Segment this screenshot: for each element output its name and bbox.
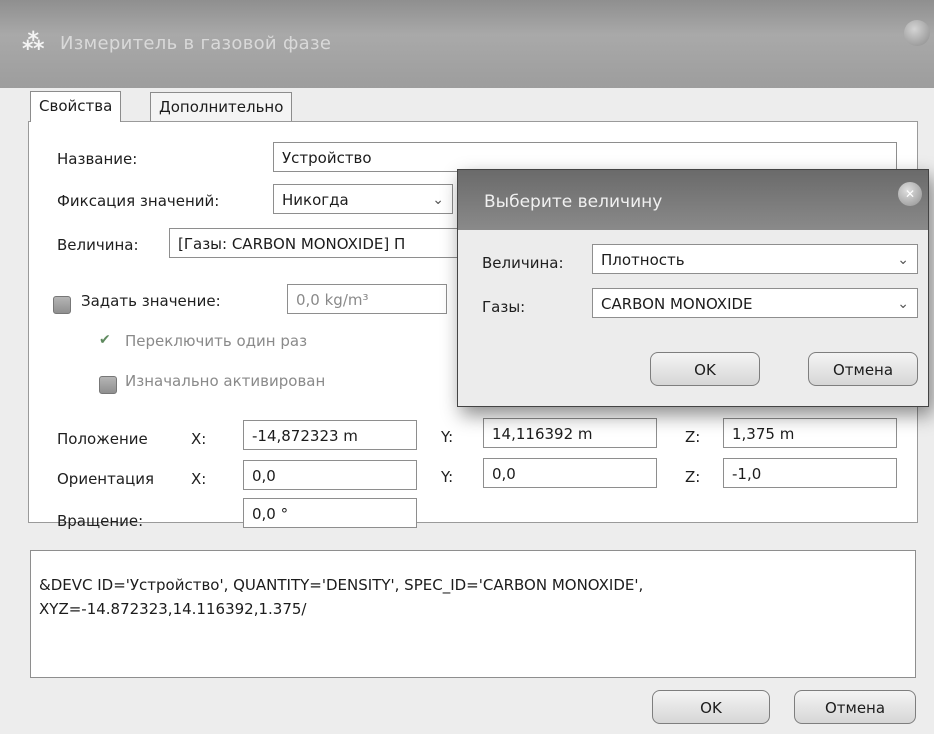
toggle-once-label: Переключить один раз <box>125 332 308 350</box>
dialog-ok-button[interactable]: OK <box>650 352 760 386</box>
position-z-label: Z: <box>685 428 701 446</box>
orientation-x-label: X: <box>191 470 207 488</box>
freeze-select-value: Никогда <box>282 191 349 209</box>
select-quantity-dialog: Выберите величину ✕ Величина: Плотность … <box>457 169 929 407</box>
orientation-y-input[interactable]: 0,0 <box>483 458 657 488</box>
set-value-label: Задать значение: <box>81 292 221 310</box>
initially-active-checkbox[interactable] <box>99 376 117 394</box>
dialog-gases-select[interactable]: CARBON MONOXIDE ⌄ <box>592 288 918 318</box>
dialog-gases-value: CARBON MONOXIDE <box>601 295 753 313</box>
dialog-gases-label: Газы: <box>482 298 526 316</box>
set-value-checkbox[interactable] <box>53 296 71 314</box>
check-icon[interactable]: ✔ <box>99 332 111 348</box>
position-label: Положение <box>57 430 148 448</box>
position-y-label: Y: <box>441 428 454 446</box>
dialog-cancel-button[interactable]: Отмена <box>808 352 918 386</box>
freeze-select[interactable]: Никогда ⌄ <box>273 184 453 214</box>
dialog-title: Выберите величину <box>484 192 663 212</box>
orientation-z-input[interactable]: -1,0 <box>723 458 897 488</box>
title-bar: ⁂ Измеритель в газовой фазе <box>0 0 934 88</box>
sensor-icon: ⁂ <box>22 30 45 55</box>
cancel-button[interactable]: Отмена <box>794 690 916 724</box>
set-value-input[interactable]: 0,0 kg/m³ <box>287 284 447 314</box>
dialog-quantity-select[interactable]: Плотность ⌄ <box>592 244 918 274</box>
position-z-input[interactable]: 1,375 m <box>723 418 897 448</box>
initially-active-label: Изначально активирован <box>125 372 326 390</box>
rotation-input[interactable]: 0,0 ° <box>243 498 417 528</box>
quantity-label: Величина: <box>57 236 139 254</box>
tab-advanced[interactable]: Дополнительно <box>150 92 293 121</box>
name-input[interactable]: Устройство <box>273 142 897 172</box>
dialog-close-icon[interactable]: ✕ <box>898 182 922 206</box>
orientation-z-label: Z: <box>685 468 701 486</box>
dialog-quantity-value: Плотность <box>601 251 685 269</box>
rotation-label: Вращение: <box>57 512 144 530</box>
close-icon[interactable] <box>904 20 930 46</box>
dialog-quantity-label: Величина: <box>482 254 564 272</box>
quantity-field[interactable]: [Газы: CARBON MONOXIDE] П <box>169 228 469 258</box>
chevron-down-icon: ⌄ <box>897 252 909 268</box>
orientation-x-input[interactable]: 0,0 <box>243 460 417 490</box>
freeze-label: Фиксация значений: <box>57 192 220 210</box>
code-preview[interactable]: &DEVC ID='Устройство', QUANTITY='DENSITY… <box>30 550 916 678</box>
name-label: Название: <box>57 150 138 168</box>
dialog-title-bar: Выберите величину ✕ <box>458 170 928 230</box>
window-title: Измеритель в газовой фазе <box>60 33 332 54</box>
tab-properties[interactable]: Свойства <box>30 91 122 122</box>
chevron-down-icon: ⌄ <box>432 192 444 208</box>
orientation-label: Ориентация <box>57 470 155 488</box>
orientation-y-label: Y: <box>441 468 454 486</box>
position-x-input[interactable]: -14,872323 m <box>243 420 417 450</box>
ok-button[interactable]: OK <box>652 690 770 724</box>
position-y-input[interactable]: 14,116392 m <box>483 418 657 448</box>
chevron-down-icon: ⌄ <box>897 296 909 312</box>
position-x-label: X: <box>191 430 207 448</box>
